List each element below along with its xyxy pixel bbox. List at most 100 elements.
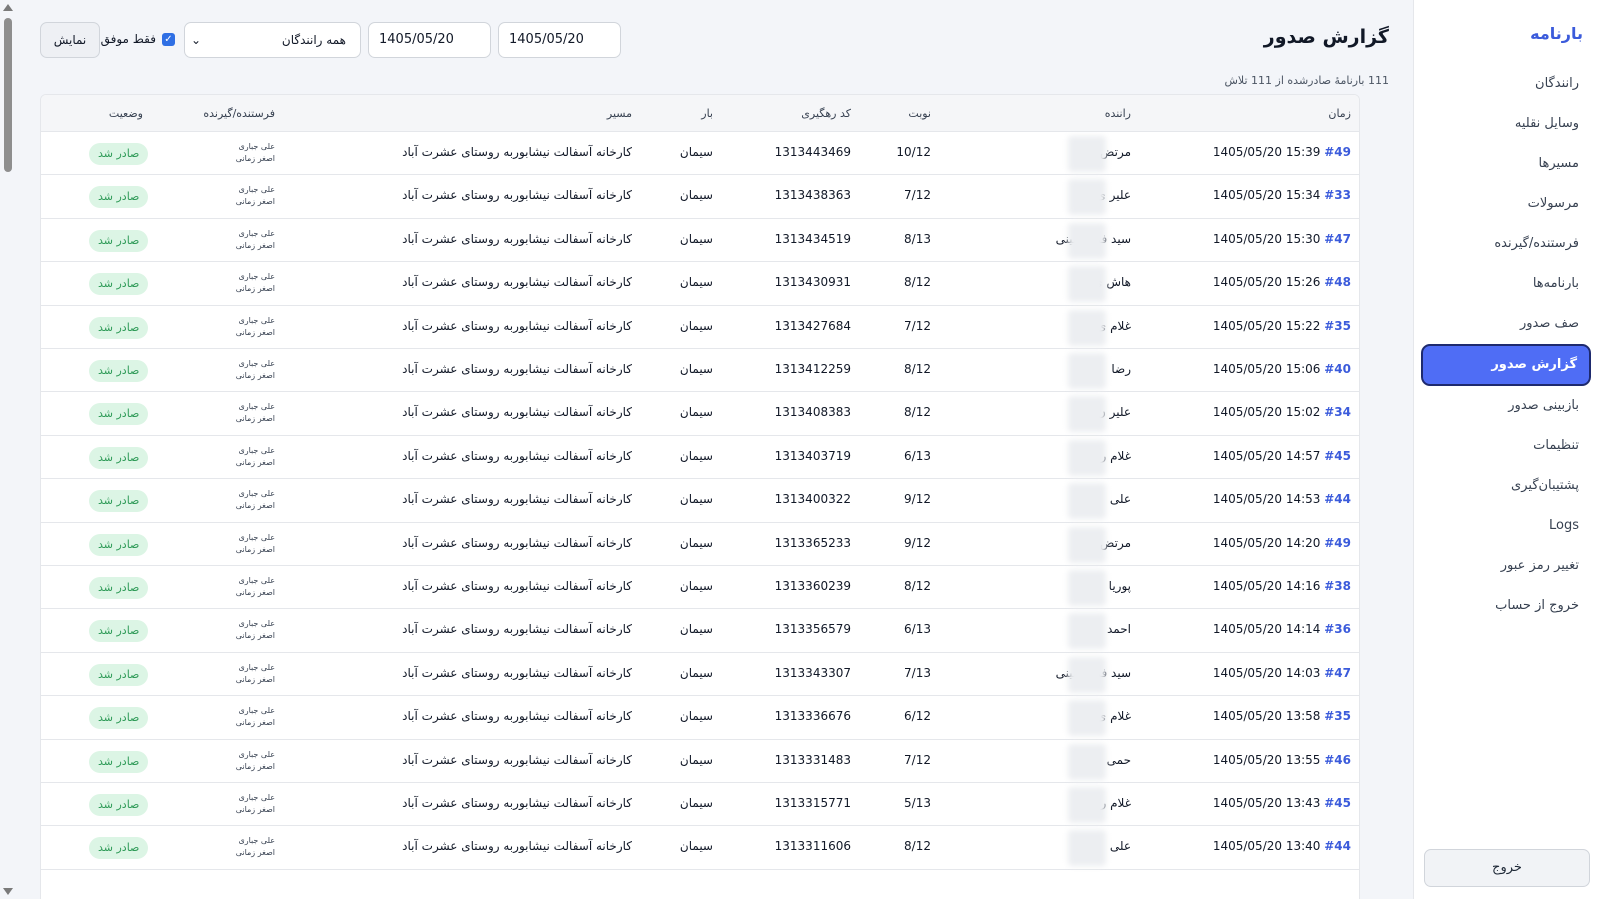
logout-button[interactable]: خروج [1424,849,1590,887]
sender-receiver: علی جباری اصغر زمانی [236,184,275,208]
issue-number-link[interactable]: #44 [1324,839,1351,853]
issue-number-link[interactable]: #45 [1324,796,1351,810]
issue-number-link[interactable]: #35 [1324,709,1351,723]
time-cell: 1405/05/20 15:06 #40 [1213,362,1351,376]
table-row[interactable]: 1405/05/20 14:53 #44 علی 9/12 1313400322 سیم… [41,479,1359,523]
scroll-down-arrow-icon[interactable] [3,888,13,895]
scrollbar-thumb[interactable] [4,18,12,172]
issue-number-link[interactable]: #45 [1324,449,1351,463]
table-row[interactable]: 1405/05/20 15:26 #48 هاش ی 8/12 1313430931 س… [41,262,1359,306]
sidebar-item-6[interactable]: صف صدور [1421,304,1591,344]
sidebar-item-4[interactable]: فرستنده/گیرنده [1421,224,1591,264]
time-cell: 1405/05/20 15:30 #47 [1213,232,1351,246]
table-row[interactable]: 1405/05/20 15:22 #35 غلام ی 7/12 1313427684… [41,306,1359,349]
time-cell: 1405/05/20 14:57 #45 [1213,449,1351,463]
issue-time: 1405/05/20 15:06 [1212,362,1321,376]
table-row[interactable]: 1405/05/20 13:40 #44 علی 8/12 1313311606 سیم… [41,826,1359,870]
table-row[interactable]: 1405/05/20 14:57 #45 غلام رخیز 6/13 1313403… [41,436,1359,480]
route-name: کارخانه آسفالت نیشابوربه روستای عشرت آبا… [402,492,632,507]
status-badge: صادر شد [89,620,149,643]
issue-number-link[interactable]: #47 [1324,666,1351,680]
sender-name: علی جباری [238,706,275,716]
redacted-blur [1068,309,1106,346]
scroll-up-arrow-icon[interactable] [3,4,13,11]
redacted-blur [1068,830,1106,867]
sender-receiver: علی جباری اصغر زمانی [236,835,275,859]
tracking-code: 1313430931 [774,275,851,290]
sender-name: علی جباری [238,749,275,759]
table-row[interactable]: 1405/05/20 14:03 #47سید فر حسینی7/131313… [41,653,1359,697]
table-row[interactable]: 1405/05/20 15:02 #34 علیر ن 8/12 1313408383… [41,392,1359,436]
show-button[interactable]: نمایش [40,22,100,58]
report-summary: 111 بارنامهٔ صادرشده از 111 تلاش [1224,74,1389,87]
issue-number-link[interactable]: #49 [1324,536,1351,550]
receiver-name: اصغر زمانی [235,327,275,337]
sidebar-item-7[interactable]: گزارش صدور [1421,344,1591,386]
issue-number-link[interactable]: #48 [1324,275,1351,289]
issue-time: 1405/05/20 14:20 [1212,535,1321,550]
page-scrollbar[interactable] [0,0,16,899]
turn-value: 7/13 [904,665,931,680]
date-from-input[interactable]: 1405/05/20 [498,22,621,58]
sidebar-item-10[interactable]: پشتیبان‌گیری [1421,466,1591,506]
table-row[interactable]: 1405/05/20 15:30 #47سید فر حسینی8/131313… [41,219,1359,263]
table-row[interactable]: 1405/05/20 14:20 #49 مرتض ی 9/12 1313365233… [41,523,1359,566]
route-name: کارخانه آسفالت نیشابوربه روستای عشرت آبا… [402,709,632,724]
tracking-code: 1313412259 [774,362,851,376]
status-badge: صادر شد [89,186,149,209]
tracking-code: 1313315771 [774,796,851,810]
table-row[interactable]: 1405/05/20 13:58 #35 غلام ی 6/12 1313336676… [41,696,1359,740]
sender-receiver: علی جباری اصغر زمانی [236,618,275,642]
sidebar-item-0[interactable]: رانندگان [1421,64,1591,104]
issue-number-link[interactable]: #44 [1324,492,1351,506]
sidebar-item-13[interactable]: خروج از حساب [1421,586,1591,626]
sidebar-item-5[interactable]: بارنامه‌ها [1421,264,1591,304]
sender-name: علی جباری [238,272,275,282]
sidebar-item-1[interactable]: وسایل نقلیه [1421,104,1591,144]
table-row[interactable]: 1405/05/20 15:39 #49 مرتض 10/12 1313443469 س… [41,132,1359,176]
driver-select[interactable]: همه رانندگان ⌄ [184,22,361,58]
table-row[interactable]: 1405/05/20 13:55 #46 حمی 7/12 1313331483 سیم… [41,740,1359,783]
app-brand[interactable]: بارنامه [1530,24,1583,43]
main-content: گزارش صدور 111 بارنامهٔ صادرشده از 111 ت… [40,0,1389,899]
issue-number-link[interactable]: #33 [1324,188,1351,202]
route-name: کارخانه آسفالت نیشابوربه روستای عشرت آبا… [402,752,632,767]
sidebar-item-12[interactable]: تغییر رمز عبور [1421,546,1591,586]
issue-number-link[interactable]: #40 [1324,362,1351,376]
sender-name: علی جباری [238,836,275,846]
sidebar-item-9[interactable]: تنظیمات [1421,426,1591,466]
redacted-blur [1068,570,1106,606]
sidebar-item-8[interactable]: بازبینی صدور [1421,386,1591,426]
table-row[interactable]: 1405/05/20 13:43 #45 غلام رخیز 5/13 1313315… [41,783,1359,827]
table-row[interactable]: 1405/05/20 14:14 #36 احمد 6/13 1313356579 سی… [41,609,1359,653]
time-cell: 1405/05/20 14:14 #36 [1213,622,1351,636]
status-badge: صادر شد [89,403,149,426]
redacted-blur [1068,526,1106,563]
issue-time: 1405/05/20 14:14 [1212,622,1321,637]
only-success-filter[interactable]: ✓ فقط موفق [101,32,178,48]
issue-number-link[interactable]: #36 [1324,622,1351,636]
receiver-name: اصغر زمانی [235,805,275,814]
tracking-code: 1313434519 [774,231,851,246]
load-type: سیمان [679,448,713,463]
table-row[interactable]: 1405/05/20 15:34 #33 علیر ی 7/12 1313438363… [41,175,1359,219]
checkbox-checked-icon[interactable]: ✓ [162,33,175,46]
issue-number-link[interactable]: #49 [1324,145,1351,159]
table-row[interactable]: 1405/05/20 14:16 #38 پوریا 8/12 1313360239 س… [41,566,1359,610]
issue-number-link[interactable]: #46 [1324,753,1351,767]
issue-number-link[interactable]: #35 [1324,319,1351,333]
status-badge: صادر شد [89,577,149,599]
date-to-input[interactable]: 1405/05/20 [368,22,491,58]
issue-number-link[interactable]: #47 [1324,232,1351,246]
table-row[interactable]: 1405/05/20 15:06 #40 رضا 8/12 1313412259 سیم… [41,349,1359,393]
issue-time: 1405/05/20 13:43 [1212,796,1321,810]
sidebar-item-2[interactable]: مسیرها [1421,144,1591,184]
issue-number-link[interactable]: #38 [1324,579,1351,593]
col-driver: راننده [1104,107,1131,120]
sidebar-nav: رانندگان وسایل نقلیه مسیرها مرسولات فرستنده/… [1421,64,1591,626]
sidebar-item-3[interactable]: مرسولات [1421,184,1591,224]
sidebar-item-11[interactable]: Logs [1421,506,1591,546]
receiver-name: اصغر زمانی [235,848,275,858]
redacted-blur [1068,439,1106,476]
issue-number-link[interactable]: #34 [1324,405,1351,419]
